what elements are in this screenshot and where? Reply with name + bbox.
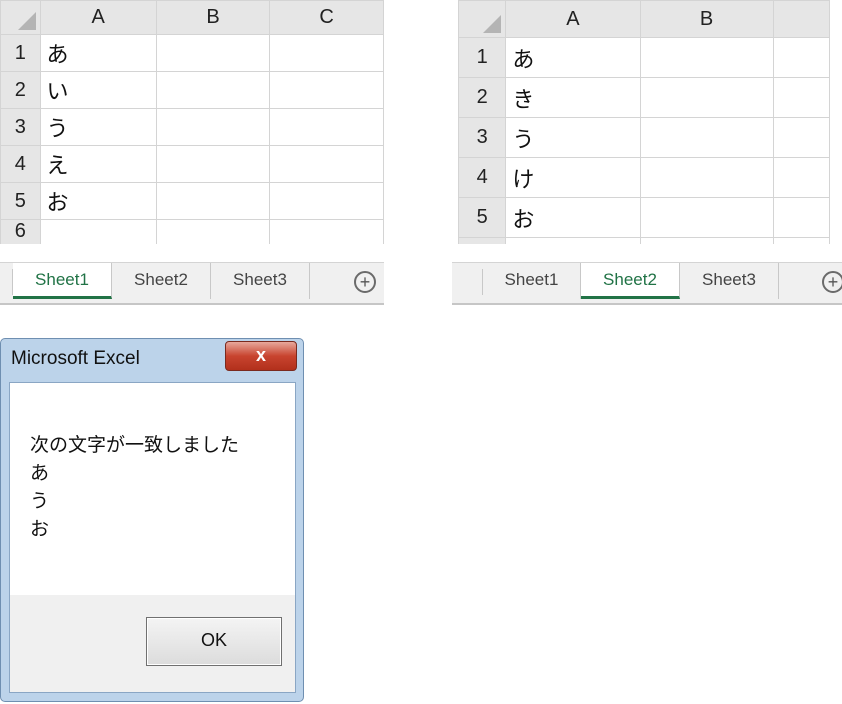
dialog-body: 次の文字が一致しました あ う お OK [9,382,296,693]
cell-a3[interactable]: う [39,108,157,146]
tab-sheet1[interactable]: Sheet1 [13,263,112,299]
dialog-footer: OK [10,595,295,692]
left-grid: A B C 1 あ 2 い 3 う 4 え 5 お 6 [0,0,384,244]
cell-a1[interactable]: あ [39,34,157,72]
left-spreadsheet: A B C 1 あ 2 い 3 う 4 え 5 お 6 [0,0,384,244]
message-line: お [30,518,50,540]
tab-sheet2[interactable]: Sheet2 [112,263,211,299]
cell-c1[interactable] [772,37,830,78]
add-sheet-icon[interactable]: + [822,271,842,293]
cell-c4[interactable] [269,145,384,183]
message-line: 次の文字が一致しました [30,434,240,456]
cell-c6[interactable] [772,237,830,244]
dialog-message: 次の文字が一致しました あ う お [30,431,239,543]
cell-c3[interactable] [269,108,384,146]
cell-b5[interactable] [155,182,271,220]
add-sheet-icon[interactable]: + [354,271,376,293]
row-header-5[interactable]: 5 [0,182,41,220]
message-line: あ [30,462,50,484]
cell-c4[interactable] [772,157,830,198]
cell-c1[interactable] [269,34,384,72]
cell-c2[interactable] [772,77,830,118]
cell-a1[interactable]: あ [505,37,641,78]
cell-a2[interactable]: い [39,71,157,109]
cell-b2[interactable] [639,77,774,118]
cell-a4[interactable]: け [505,157,641,198]
cell-b2[interactable] [155,71,271,109]
right-spreadsheet: A B 1 あ 2 き 3 う 4 け 5 お [458,0,830,244]
row-header-4[interactable]: 4 [0,145,41,183]
right-grid: A B 1 あ 2 き 3 う 4 け 5 お [458,0,830,244]
row-header-4[interactable]: 4 [458,157,507,198]
cell-b3[interactable] [639,117,774,158]
right-sheet-tab-bar: Sheet1 Sheet2 Sheet3 + [452,262,842,305]
select-all-corner[interactable] [0,0,41,35]
tab-sheet3[interactable]: Sheet3 [211,263,310,299]
row-header-2[interactable]: 2 [0,71,41,109]
cell-c6[interactable] [269,219,384,244]
cell-b4[interactable] [639,157,774,198]
column-header-b[interactable]: B [639,0,774,38]
cell-b4[interactable] [155,145,271,183]
cell-c5[interactable] [269,182,384,220]
close-icon[interactable]: x [225,341,297,371]
row-header-2[interactable]: 2 [458,77,507,118]
column-header-a[interactable]: A [39,0,157,35]
column-header-a[interactable]: A [505,0,641,38]
cell-c2[interactable] [269,71,384,109]
cell-b5[interactable] [639,197,774,238]
column-header-c[interactable] [772,0,830,38]
left-sheet-tab-bar: Sheet1 Sheet2 Sheet3 + [0,262,384,305]
row-header-3[interactable]: 3 [458,117,507,158]
message-line: う [30,490,50,512]
cell-b6[interactable] [639,237,774,244]
row-header-1[interactable]: 1 [0,34,41,72]
tab-sheet2[interactable]: Sheet2 [581,263,680,299]
cell-b6[interactable] [155,219,271,244]
row-header-3[interactable]: 3 [0,108,41,146]
cell-a6[interactable] [39,219,157,244]
cell-c3[interactable] [772,117,830,158]
cell-a6[interactable] [505,237,641,244]
cell-b1[interactable] [155,34,271,72]
cell-b1[interactable] [639,37,774,78]
dialog-title: Microsoft Excel [11,348,140,369]
column-header-c[interactable]: C [269,0,384,35]
cell-a5[interactable]: お [505,197,641,238]
row-header-5[interactable]: 5 [458,197,507,238]
cell-a5[interactable]: お [39,182,157,220]
column-header-b[interactable]: B [155,0,271,35]
message-box-dialog: Microsoft Excel x 次の文字が一致しました あ う お OK [0,338,304,702]
cell-b3[interactable] [155,108,271,146]
row-header-1[interactable]: 1 [458,37,507,78]
cell-c5[interactable] [772,197,830,238]
row-header-6[interactable] [458,237,507,244]
cell-a4[interactable]: え [39,145,157,183]
cell-a3[interactable]: う [505,117,641,158]
row-header-6[interactable]: 6 [0,219,41,244]
select-all-corner[interactable] [458,0,507,38]
ok-button[interactable]: OK [146,617,282,666]
tab-sheet3[interactable]: Sheet3 [680,263,779,299]
tab-sheet1[interactable]: Sheet1 [483,263,581,299]
cell-a2[interactable]: き [505,77,641,118]
